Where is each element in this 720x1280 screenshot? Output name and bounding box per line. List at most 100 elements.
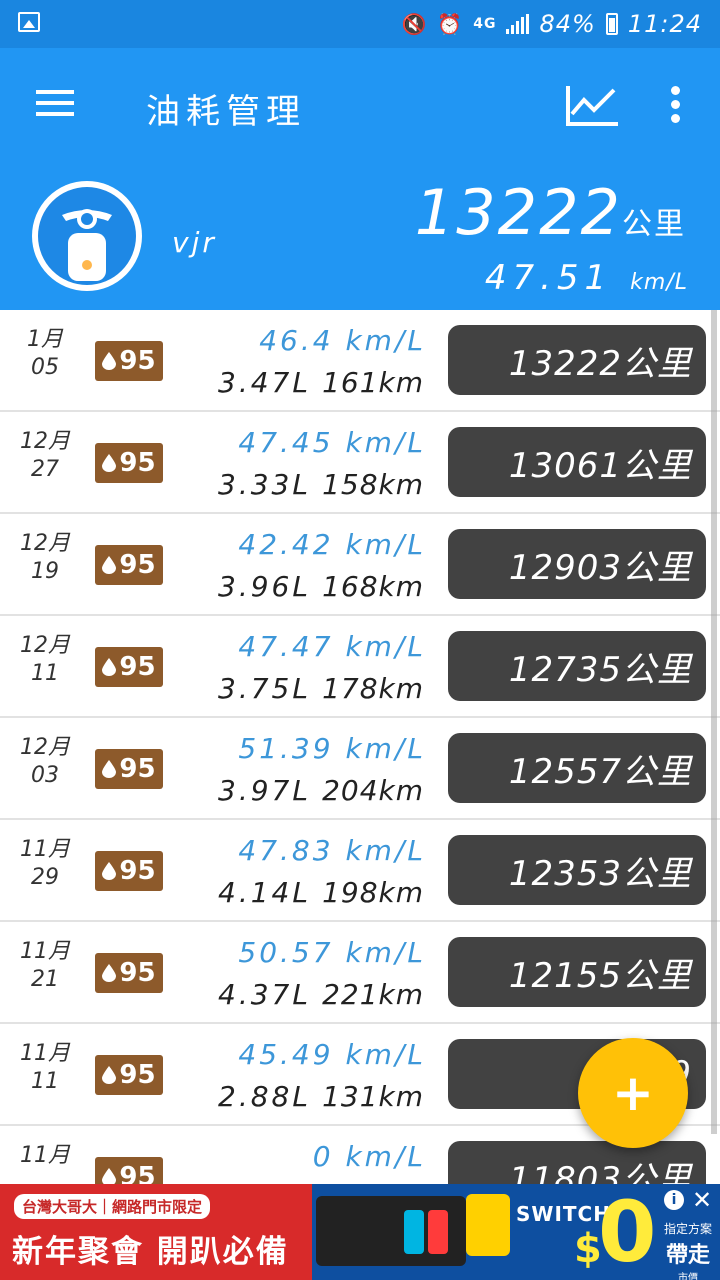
signal-icon [506,14,530,34]
game-box-image [466,1194,510,1256]
record-day: 21 [31,967,59,992]
record-month: 12月 [20,735,70,760]
record-date: 11月 29 [16,836,74,892]
record-month: 12月 [20,429,70,454]
record-odometer[interactable]: 11803公里 [448,1141,706,1184]
record-row[interactable]: 12月 27 95 47.45 km/L 3.33L 158km 13061公里 [0,412,720,514]
record-odometer[interactable]: 12353公里 [448,835,706,905]
fuel-type-badge: 95 [95,1157,163,1184]
network-type: 4G [473,16,497,32]
record-efficiency: 46.4 km/L [259,324,426,357]
record-month: 11月 [20,1143,70,1168]
ad-info-icon[interactable]: i [664,1190,684,1210]
fuel-type-badge: 95 [95,953,163,993]
ad-banner[interactable]: 台灣大哥大｜網路門市限定 新年聚會 開趴必備 SWITCH $ 0 指定方案 帶… [0,1184,720,1280]
record-distance: 131km [322,1080,424,1113]
fuel-type: 95 [119,550,156,580]
record-day: 11 [31,1069,59,1094]
record-volume: 3.75L [218,672,311,705]
fuel-type: 95 [119,448,156,478]
record-day: 11 [31,661,59,686]
record-date: 11月 11 [16,1040,74,1096]
fuel-type: 95 [119,1162,156,1184]
console-image [316,1196,466,1266]
record-row[interactable]: 11月 29 95 47.83 km/L 4.14L 198km 12353公里 [0,820,720,922]
status-icons: 🔇 ⏰ 4G 84% 11:24 [401,8,702,40]
record-volume: 2.88L [218,1080,311,1113]
record-efficiency: 51.39 km/L [238,732,426,765]
record-date: 11月 21 [16,938,74,994]
scooter-icon [62,209,112,281]
ad-price-value: 0 [598,1184,657,1280]
fuel-type-badge: 95 [95,647,163,687]
fuel-drop-icon [102,760,117,778]
record-odometer[interactable]: 12155公里 [448,937,706,1007]
more-vert-icon[interactable] [668,86,682,126]
fuel-drop-icon [102,1066,117,1084]
clock: 11:24 [627,10,702,38]
page-title: 油耗管理 [146,92,306,132]
fuel-drop-icon [102,964,117,982]
fuel-type-badge: 95 [95,851,163,891]
average-efficiency-value: 47.51 [484,258,613,298]
ad-close-icon[interactable]: ✕ [690,1188,714,1212]
mute-vibrate-icon: 🔇 [401,12,428,36]
record-row[interactable]: 11月 21 95 50.57 km/L 4.37L 221km 12155公里 [0,922,720,1024]
record-day: 29 [31,865,59,890]
record-odometer[interactable]: 12735公里 [448,631,706,701]
record-efficiency: 0 km/L [312,1140,426,1173]
fuel-type-badge: 95 [95,545,163,585]
avatar[interactable] [32,181,142,291]
record-date: 12月 27 [16,428,74,484]
fuel-type: 95 [119,856,156,886]
record-odometer[interactable]: 13061公里 [448,427,706,497]
app-bar: 油耗管理 vjr 13222 公里 47.51 km/L [0,48,720,310]
ad-promo-line2: 帶走 [665,1243,710,1268]
record-distance: 158km [322,468,424,501]
fuel-type: 95 [119,1060,156,1090]
fuel-type: 95 [119,958,156,988]
record-date: 12月 03 [16,734,74,790]
record-month: 12月 [20,633,70,658]
record-day: 27 [31,457,59,482]
fuel-drop-icon [102,862,117,880]
record-day: 03 [31,763,59,788]
record-efficiency: 47.45 km/L [238,426,426,459]
fuel-type-badge: 95 [95,749,163,789]
record-efficiency: 47.83 km/L [238,834,426,867]
record-row[interactable]: 12月 11 95 47.47 km/L 3.75L 178km 12735公里 [0,616,720,718]
record-month: 1月 [27,327,63,352]
record-volume: 3.47L [218,366,311,399]
fuel-drop-icon [102,1168,117,1184]
ad-promo: 指定方案 帶走 市價$13,360 [658,1220,718,1280]
scrollbar[interactable] [711,310,717,1134]
record-odometer[interactable]: 12557公里 [448,733,706,803]
record-efficiency: 50.57 km/L [238,936,426,969]
add-record-button[interactable]: + [578,1038,688,1148]
record-volume: 3.97L [218,774,311,807]
record-row[interactable]: 12月 19 95 42.42 km/L 3.96L 168km 12903公里 [0,514,720,616]
fuel-type: 95 [119,346,156,376]
record-date: 11月 [16,1142,74,1170]
record-odometer[interactable]: 13222公里 [448,325,706,395]
record-distance: 204km [322,774,424,807]
gallery-icon [18,12,40,32]
record-efficiency: 42.42 km/L [238,528,426,561]
record-distance: 198km [322,876,424,909]
total-km: 13222 公里 [415,178,686,248]
record-row[interactable]: 12月 03 95 51.39 km/L 3.97L 204km 12557公里 [0,718,720,820]
fuel-drop-icon [102,352,117,370]
menu-icon[interactable] [36,90,74,116]
average-efficiency-unit: km/L [630,270,688,295]
record-row[interactable]: 1月 05 95 46.4 km/L 3.47L 161km 13222公里 [0,310,720,412]
record-date: 12月 19 [16,530,74,586]
average-efficiency: 47.51 km/L [485,258,688,298]
record-volume: 3.96L [218,570,311,603]
fuel-type-badge: 95 [95,341,163,381]
ad-promo-line3: 市價$13,360 [678,1273,698,1280]
ad-promo-line1: 指定方案 [663,1222,712,1236]
record-volume: 4.14L [218,876,311,909]
chart-line-icon[interactable] [564,84,620,128]
record-odometer[interactable]: 12903公里 [448,529,706,599]
record-month: 11月 [20,1041,70,1066]
